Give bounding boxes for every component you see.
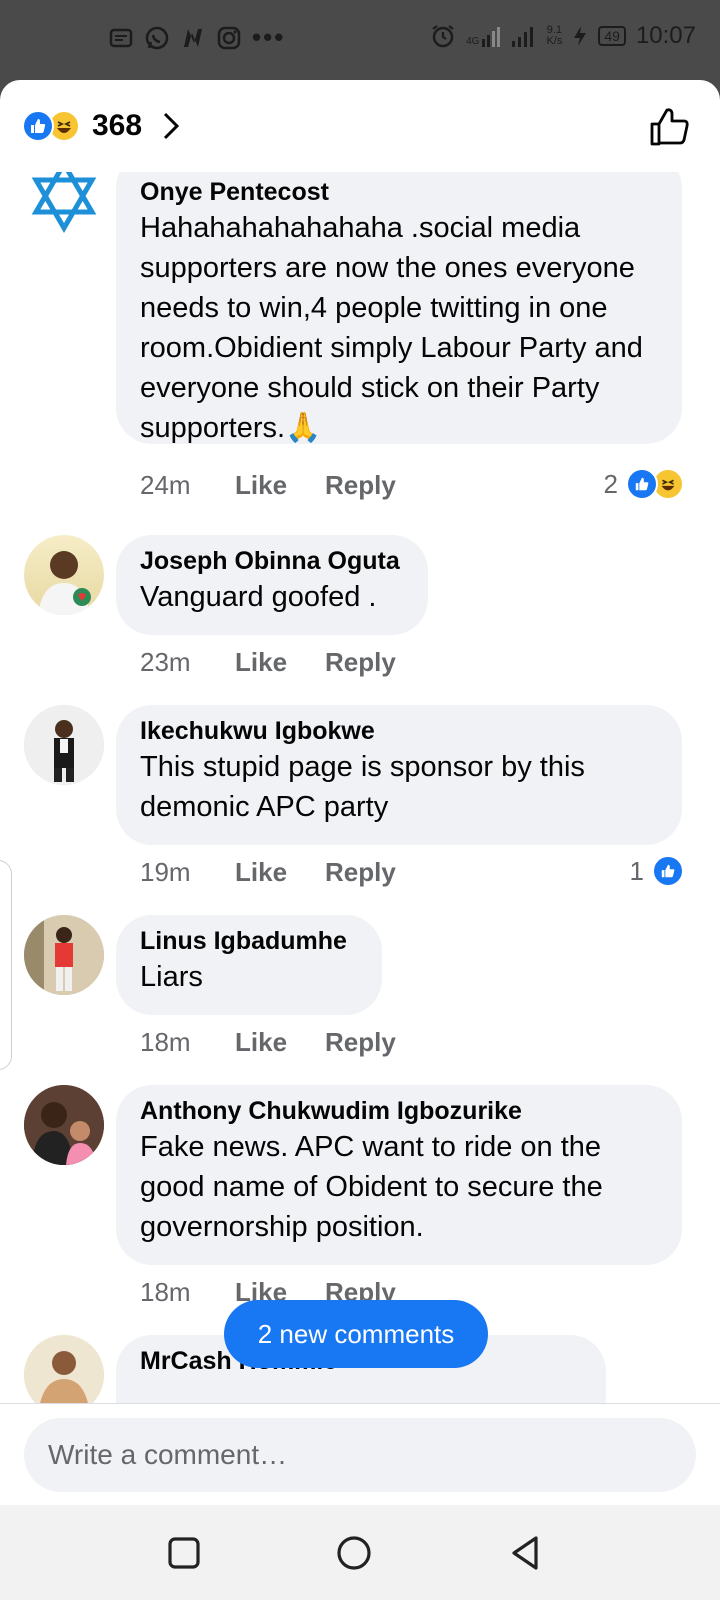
whatsapp-icon xyxy=(145,26,169,49)
reply-button[interactable]: Reply xyxy=(325,857,396,888)
avatar-photo xyxy=(24,1085,104,1165)
alarm-icon xyxy=(432,25,454,48)
comment-text: This stupid page is sponsor by this demo… xyxy=(140,751,585,823)
comment-actions: 19m Like Reply xyxy=(140,857,396,888)
new-comments-button[interactable]: 2 new comments xyxy=(224,1300,488,1368)
like-reaction-icon xyxy=(626,468,658,500)
comment-time: 18m xyxy=(140,1277,191,1307)
side-edge-handle[interactable] xyxy=(0,860,12,1070)
comment-reactions[interactable]: 1 xyxy=(630,855,684,887)
like-button[interactable]: Like xyxy=(235,647,325,678)
comment-time: 23m xyxy=(140,647,191,677)
like-button[interactable]: Like xyxy=(235,857,325,888)
comment-input[interactable]: Write a comment… xyxy=(24,1418,696,1492)
comment-bubble[interactable]: Linus Igbadumhe Liars xyxy=(116,915,382,1015)
star-of-david-icon xyxy=(25,172,103,235)
reply-button[interactable]: Reply xyxy=(325,470,396,501)
system-nav-bar xyxy=(0,1505,720,1600)
signal-icon-2 xyxy=(512,27,534,47)
net-speed-unit: K/s xyxy=(546,35,563,47)
clock: 10:07 xyxy=(635,22,696,49)
comment-author[interactable]: Linus Igbadumhe xyxy=(140,925,358,957)
charging-icon xyxy=(574,26,587,46)
like-reaction-icon xyxy=(22,110,54,142)
comment-composer: Write a comment… xyxy=(0,1403,720,1505)
avatar[interactable] xyxy=(24,915,104,995)
comment-text: Liars xyxy=(140,961,203,993)
avatar[interactable] xyxy=(24,535,104,615)
like-outline-icon[interactable] xyxy=(648,104,692,148)
avatar-photo xyxy=(24,705,104,785)
comments-sheet: 368 Onye Pentecost Hahahahahahahaha .soc… xyxy=(0,80,720,1505)
comment-bubble[interactable]: Ikechukwu Igbokwe This stupid page is sp… xyxy=(116,705,682,845)
nairaland-icon xyxy=(184,28,202,47)
comment-bubble[interactable]: Anthony Chukwudim Igbozurike Fake news. … xyxy=(116,1085,682,1265)
comment-reaction-count: 2 xyxy=(603,468,618,499)
chevron-right-icon[interactable] xyxy=(160,110,182,142)
like-reaction-icon xyxy=(652,855,684,887)
comment-actions: 24m Like Reply xyxy=(140,470,396,501)
reactions-summary[interactable]: 368 xyxy=(22,106,182,146)
comment-actions: 23m Like Reply xyxy=(140,647,396,678)
comment-time: 18m xyxy=(140,1027,191,1057)
avatar[interactable] xyxy=(24,172,104,236)
comment-actions: 18m Like Reply xyxy=(140,1027,396,1058)
recents-icon[interactable] xyxy=(164,1533,204,1573)
like-button[interactable]: Like xyxy=(235,470,325,501)
like-button[interactable]: Like xyxy=(235,1027,325,1058)
avatar[interactable] xyxy=(24,1085,104,1165)
instagram-icon xyxy=(217,26,241,49)
comment-author[interactable]: Joseph Obinna Oguta xyxy=(140,545,404,577)
comment-text: Vanguard goofed . xyxy=(140,581,377,613)
signal-icon-1 xyxy=(482,27,501,47)
comment-text: Hahahahahahahaha .social media supporter… xyxy=(140,212,643,444)
comment-bubble[interactable]: Joseph Obinna Oguta Vanguard goofed . xyxy=(116,535,428,635)
comment-time: 24m xyxy=(140,470,191,500)
reply-button[interactable]: Reply xyxy=(325,1027,396,1058)
back-icon[interactable] xyxy=(506,1533,546,1573)
comment-author[interactable]: Ikechukwu Igbokwe xyxy=(140,715,658,747)
comments-list: Onye Pentecost Hahahahahahahaha .social … xyxy=(0,172,720,1482)
comment-author[interactable]: Anthony Chukwudim Igbozurike xyxy=(140,1095,658,1127)
reply-button[interactable]: Reply xyxy=(325,647,396,678)
comment-time: 19m xyxy=(140,857,191,887)
avatar-photo xyxy=(38,551,91,615)
comment-text: Fake news. APC want to ride on the good … xyxy=(140,1131,603,1243)
more-notifications-icon: ••• xyxy=(252,22,286,52)
status-bar: ••• 4G 9.1 K/s 49 10:07 xyxy=(0,0,720,80)
notification-icons: ••• xyxy=(108,22,285,53)
avatar-photo xyxy=(24,915,104,995)
comment-reaction-count: 1 xyxy=(629,855,644,886)
comment-author[interactable]: Onye Pentecost xyxy=(140,176,658,208)
network-speed: 9.1 K/s xyxy=(546,25,562,47)
avatar[interactable] xyxy=(24,705,104,785)
comment-reactions[interactable]: 2 xyxy=(604,468,684,500)
message-icon xyxy=(109,28,133,47)
home-icon[interactable] xyxy=(334,1533,374,1573)
network-gen-label: 4G xyxy=(466,36,480,47)
comment-bubble[interactable]: Onye Pentecost Hahahahahahahaha .social … xyxy=(116,172,682,444)
reactions-count: 368 xyxy=(92,109,143,142)
battery-level: 49 xyxy=(598,26,626,46)
network-generation: 4G xyxy=(466,25,502,47)
system-icons: 4G 9.1 K/s 49 10:07 xyxy=(430,22,696,50)
